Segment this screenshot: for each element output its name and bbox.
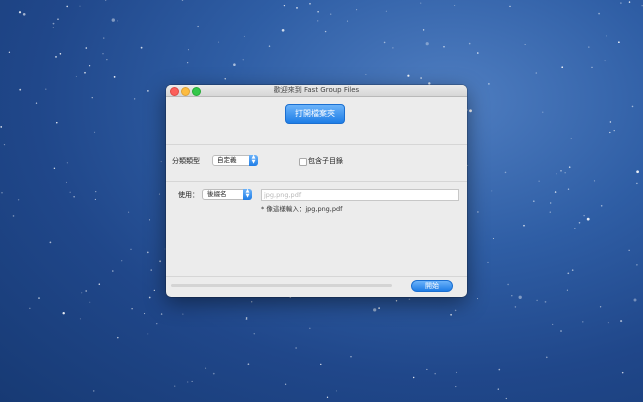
classification-type-select[interactable]: 自定義 ▲ ▼ xyxy=(212,155,258,166)
include-subdirs-label[interactable]: 包含子目錄 xyxy=(308,156,343,166)
classification-type-label: 分類類型 xyxy=(172,157,200,165)
extensions-placeholder: jpg,png,pdf xyxy=(264,191,302,199)
classification-type-value: 自定義 xyxy=(217,156,237,164)
select-arrows-icon: ▲ ▼ xyxy=(243,189,252,200)
start-button[interactable]: 開始 xyxy=(411,280,453,292)
extensions-input[interactable]: jpg,png,pdf xyxy=(261,189,459,201)
select-arrows-icon: ▲ ▼ xyxy=(249,155,258,166)
window-title: 歡迎來到 Fast Group Files xyxy=(273,86,360,94)
usage-criterion-select[interactable]: 後綴名 ▲ ▼ xyxy=(202,189,252,200)
extensions-hint: * 像這樣輸入：jpg,png,pdf xyxy=(261,205,343,213)
divider xyxy=(166,276,467,277)
divider xyxy=(166,181,467,182)
open-folder-button[interactable]: 打開檔案夾 xyxy=(285,104,345,124)
app-window: 歡迎來到 Fast Group Files 打開檔案夾 分類類型 自定義 ▲ ▼ … xyxy=(166,85,467,297)
usage-criterion-value: 後綴名 xyxy=(207,190,227,198)
divider xyxy=(166,144,467,145)
usage-label: 使用： xyxy=(178,191,199,199)
title-bar[interactable]: 歡迎來到 Fast Group Files xyxy=(166,85,467,97)
include-subdirs-checkbox[interactable] xyxy=(299,158,307,166)
progress-bar xyxy=(171,284,392,287)
